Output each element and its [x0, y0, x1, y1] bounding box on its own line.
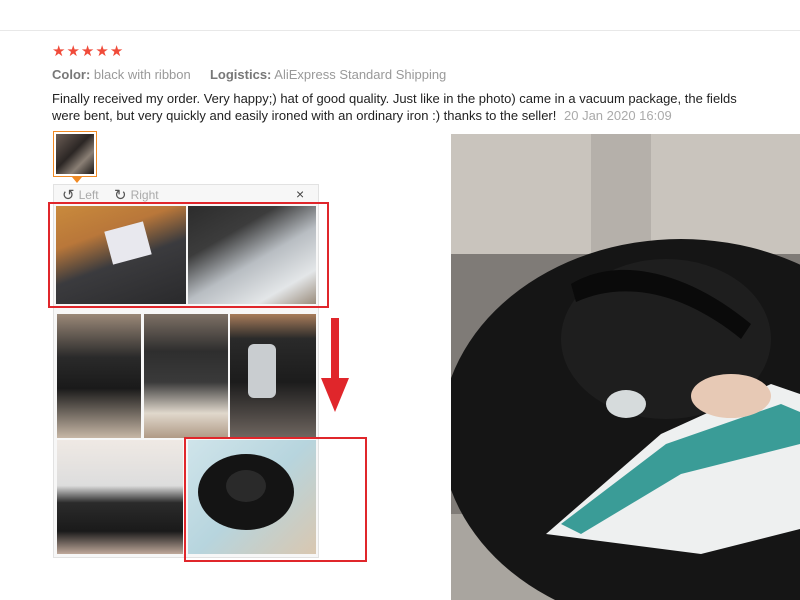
logistics-label: Logistics: [209, 67, 272, 82]
review-date: 20 Jan 2020 16:09 [564, 108, 672, 123]
rotate-left-label: Left [78, 188, 99, 202]
logistics-value: AliExpress Standard Shipping [274, 67, 447, 82]
photo-hat-bent-brim [57, 440, 183, 554]
color-label: Color: [52, 67, 91, 82]
highlight-box-package [48, 202, 329, 308]
color-value: black with ribbon [93, 67, 191, 82]
review-photo-thumbnail[interactable] [53, 131, 97, 177]
thumbnail-pointer [72, 177, 82, 183]
down-arrow-head [321, 378, 349, 412]
star-icon: ★ [52, 43, 66, 60]
star-icon: ★ [66, 43, 80, 60]
star-icon: ★ [109, 43, 124, 60]
review-meta: Color: black with ribbon Logistics: AliE… [52, 67, 446, 82]
review-text: Finally received my order. Very happy;) … [52, 90, 742, 124]
section-divider [0, 30, 800, 31]
down-arrow-icon [331, 318, 339, 382]
star-icon: ★ [95, 43, 109, 60]
rotate-right-label: Right [130, 188, 159, 202]
package-shine [248, 344, 276, 398]
star-icon: ★ [80, 43, 95, 60]
large-review-photo[interactable] [451, 134, 800, 600]
rating-stars: ★ ★ ★ ★ ★ [52, 44, 123, 60]
close-icon[interactable]: × [296, 186, 304, 202]
photo-hat-bag-3 [230, 314, 316, 438]
thumbnail-image [56, 134, 94, 174]
photo-hat-bag-2 [144, 314, 228, 438]
hat-iron-photo [451, 134, 800, 600]
highlight-box-result [184, 437, 367, 562]
photo-hat-bag-1 [57, 314, 141, 438]
